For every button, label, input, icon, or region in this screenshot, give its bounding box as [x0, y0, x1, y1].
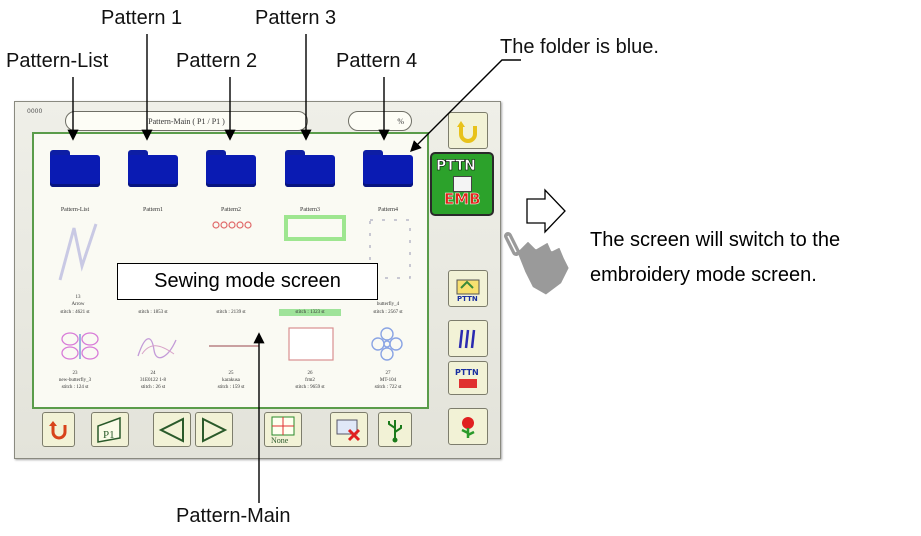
folder-pattern-1[interactable] — [128, 150, 178, 187]
pattern-thumbnail[interactable] — [368, 324, 406, 366]
pttn-small-button[interactable]: PTTN — [448, 361, 488, 395]
stitch-count: stitch : 4621 st — [60, 310, 90, 315]
callout-pattern-4: Pattern 4 — [336, 50, 418, 72]
arrow-left-icon — [158, 416, 184, 443]
sewing-mode-label: Sewing mode screen — [117, 263, 378, 300]
stitch-count: stitch : 159 st — [217, 385, 245, 390]
svg-text:P1: P1 — [103, 429, 115, 441]
flower-button[interactable] — [448, 408, 488, 445]
pattern-number: 13 — [75, 295, 81, 300]
stitch-count-selected: stitch : 1323 st — [279, 309, 341, 316]
pattern-number: 23 — [72, 371, 78, 376]
pattern-name: 31E0122 1-8 — [140, 378, 166, 383]
callout-pattern-list: Pattern-List — [6, 50, 109, 72]
pattern-thumbnail[interactable] — [134, 328, 180, 362]
usb-icon — [388, 419, 402, 442]
thread-button[interactable] — [448, 320, 488, 357]
none-button[interactable]: None — [264, 412, 302, 447]
pattern-thumbnail[interactable] — [56, 218, 106, 288]
pattern-edit-icon: PTTN — [456, 279, 480, 302]
stitch-count: stitch : 2139 st — [216, 310, 246, 315]
stitch-count: stitch : 722 st — [374, 385, 402, 390]
folder-label: Pattern-List — [60, 207, 90, 213]
pattern-number: 26 — [307, 371, 313, 376]
page-prev-button[interactable] — [153, 412, 191, 447]
screen-title: Pattern-Main ( P1 / P1 ) — [65, 111, 308, 131]
folder-label: Pattern1 — [143, 207, 163, 213]
hand-pointer-icon — [504, 232, 572, 298]
svg-text:None: None — [271, 436, 289, 445]
switch-line-2: embroidery mode screen. — [590, 264, 817, 286]
folder-label: Pattern3 — [300, 207, 320, 213]
power-return-button[interactable] — [42, 412, 75, 447]
folder-pattern-2[interactable] — [206, 150, 256, 187]
hollow-arrow-icon — [526, 188, 566, 234]
pattern-name: new-butterfly_3 — [58, 378, 92, 383]
pattern-number: 24 — [150, 371, 156, 376]
stitch-count: stitch : 9659 st — [295, 385, 325, 390]
folder-pattern-3[interactable] — [285, 150, 335, 187]
thread-icon — [458, 329, 476, 348]
return-button[interactable] — [448, 112, 488, 149]
arrow-right-icon — [202, 416, 228, 443]
callout-pattern-3: Pattern 3 — [255, 7, 337, 29]
pattern-thumbnail[interactable] — [209, 218, 259, 232]
page-p1-button[interactable]: P1 — [91, 412, 129, 447]
delete-button[interactable] — [330, 412, 368, 447]
page-next-button[interactable] — [195, 412, 233, 447]
stitch-count: stitch : 124 st — [61, 385, 89, 390]
svg-text:PTTN: PTTN — [457, 295, 478, 302]
switch-description: The screen will switch to the embroidery… — [590, 223, 840, 293]
emb-label: EMB — [444, 190, 481, 209]
pattern-edit-button[interactable]: PTTN — [448, 270, 488, 307]
return-arrow-icon — [457, 120, 477, 143]
callout-pattern-main: Pattern-Main — [176, 505, 291, 527]
pattern-name: butterfly_4 — [376, 302, 400, 307]
pttn-emb-mode-button[interactable]: PTTN EMB — [430, 152, 494, 216]
pattern-name: frm2 — [305, 378, 315, 383]
pattern-name: MT-104 — [379, 378, 397, 383]
svg-text:PTTN: PTTN — [455, 368, 479, 377]
pattern-name: karakusa — [222, 378, 240, 383]
return-arrow-icon — [48, 420, 66, 439]
stitch-count: stitch : 2567 st — [373, 310, 403, 315]
flower-icon — [461, 416, 475, 438]
pttn-small-icon: PTTN — [455, 368, 479, 388]
delete-x-icon — [336, 419, 361, 441]
pattern-thumbnail[interactable] — [283, 214, 347, 242]
callout-pattern-2: Pattern 2 — [176, 50, 258, 72]
pattern-name: Arrow — [71, 302, 85, 307]
stitch-count: stitch : 26 st — [140, 385, 166, 390]
page-stack-icon: P1 — [97, 416, 121, 443]
folder-label: Pattern2 — [221, 207, 241, 213]
version-label: 0000 — [27, 108, 43, 115]
grid-icon: None — [271, 416, 295, 445]
pttn-label: PTTN — [436, 158, 477, 175]
callout-pattern-1: Pattern 1 — [101, 7, 183, 29]
folder-pattern-4[interactable] — [363, 150, 413, 187]
folder-label: Pattern4 — [378, 207, 398, 213]
callout-folder-blue: The folder is blue. — [500, 36, 659, 58]
pattern-thumbnail[interactable] — [58, 329, 102, 363]
stitch-count: stitch : 1853 st — [138, 310, 168, 315]
pattern-thumbnail[interactable] — [206, 342, 262, 350]
percent-indicator: % — [348, 111, 412, 131]
folder-pattern-list[interactable] — [50, 150, 100, 187]
pattern-number: 25 — [228, 371, 234, 376]
usb-button[interactable] — [378, 412, 412, 447]
switch-line-1: The screen will switch to the — [590, 229, 841, 251]
pattern-thumbnail[interactable] — [287, 326, 335, 362]
pattern-number: 27 — [385, 371, 391, 376]
